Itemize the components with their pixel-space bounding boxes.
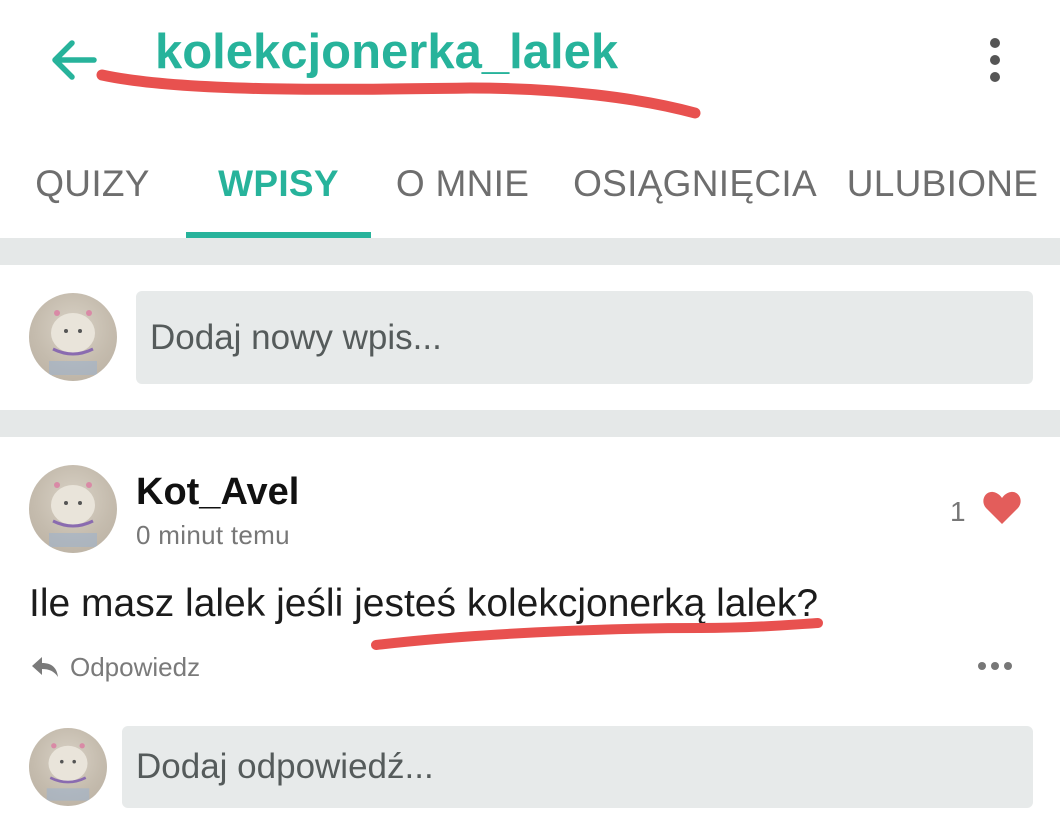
post-author[interactable]: Kot_Avel xyxy=(136,471,299,514)
like-count: 1 xyxy=(950,496,966,527)
tab-wpisy[interactable]: WPISY xyxy=(186,130,371,238)
page-title: kolekcjonerka_lalek xyxy=(155,25,619,79)
app-bar: kolekcjonerka_lalek xyxy=(0,0,1060,125)
post-timestamp: 0 minut temu xyxy=(136,520,290,550)
heart-icon xyxy=(983,491,1021,524)
reply-arrow-icon xyxy=(32,657,58,677)
post-content: Ile masz lalek jeśli jesteś kolekcjonerk… xyxy=(29,582,818,626)
reply-label: Odpowiedz xyxy=(70,651,201,682)
profile-tabs: QUIZY WPISY O MNIE OSIĄGNIĘCIA ULUBIONE xyxy=(0,130,1060,240)
user-avatar-image xyxy=(46,743,90,801)
like-button[interactable] xyxy=(982,490,1022,526)
reply-placeholder: Dodaj odpowiedź... xyxy=(136,747,434,786)
new-post-input[interactable]: Dodaj nowy wpis... xyxy=(136,291,1033,384)
tab-quizy[interactable]: QUIZY xyxy=(15,130,170,238)
avatar xyxy=(29,293,117,381)
more-vertical-icon xyxy=(990,38,1000,82)
more-options-button[interactable] xyxy=(975,35,1015,85)
new-post-placeholder: Dodaj nowy wpis... xyxy=(150,317,442,357)
more-horizontal-icon xyxy=(978,662,1012,670)
section-divider xyxy=(0,238,1060,265)
tab-o-mnie[interactable]: O MNIE xyxy=(385,130,540,238)
text-underline-mark xyxy=(371,618,823,650)
post-text-end: ? xyxy=(796,582,819,625)
tab-ulubione[interactable]: ULUBIONE xyxy=(840,130,1045,238)
section-divider xyxy=(0,410,1060,437)
back-button[interactable] xyxy=(44,30,104,90)
avatar xyxy=(29,728,107,806)
avatar[interactable] xyxy=(29,465,117,553)
user-avatar-image xyxy=(49,482,97,547)
post-more-button[interactable] xyxy=(975,657,1015,675)
tab-osiagniecia[interactable]: OSIĄGNIĘCIA xyxy=(565,130,825,238)
arrow-left-icon xyxy=(52,40,97,80)
user-avatar-image xyxy=(49,310,97,375)
reply-button[interactable]: Odpowiedz xyxy=(30,650,200,684)
reply-input[interactable]: Dodaj odpowiedź... xyxy=(122,726,1033,808)
post-text-start: Ile masz lalek jeśli xyxy=(29,582,355,625)
profile-screen: kolekcjonerka_lalek QUIZY WPISY O MNIE O… xyxy=(0,0,1060,815)
post-text-highlight: jesteś kolekcjonerką lalek xyxy=(354,582,797,625)
